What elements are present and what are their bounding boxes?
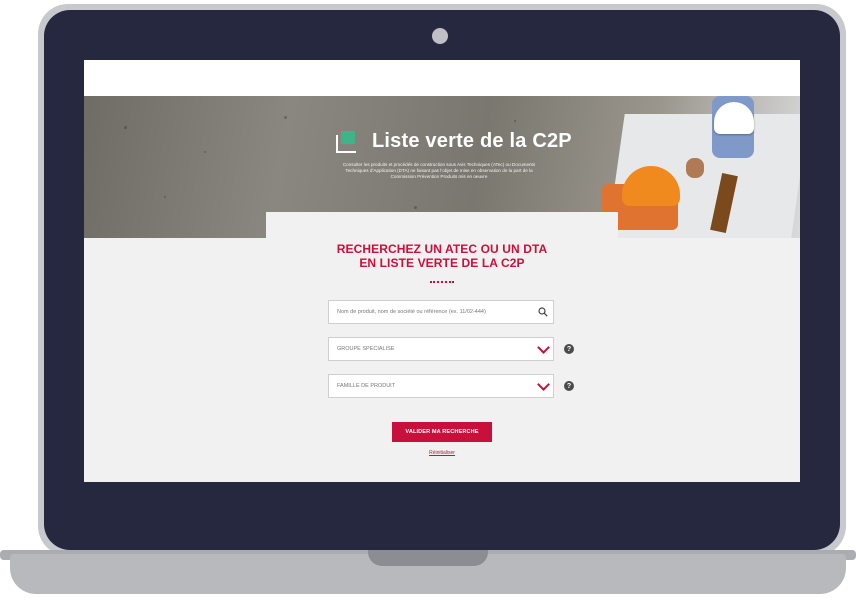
reset-link[interactable]: Réinitialiser [84,450,800,456]
family-select[interactable]: FAMILLE DE PRODUIT [328,374,554,398]
group-select-value: GROUPE SPÉCIALISÉ [337,346,395,352]
concrete-speck [124,126,127,129]
group-select[interactable]: GROUPE SPÉCIALISÉ [328,337,554,361]
concrete-speck [284,116,287,119]
search-icon[interactable] [533,300,553,324]
family-select-value: FAMILLE DE PRODUIT [337,383,396,389]
site-topbar [84,60,800,96]
hero-description: Consulter les produits et procédés de co… [342,162,536,180]
construction-workers-image [596,96,800,238]
search-heading-line2: EN LISTE VERTE DE LA C2P [359,256,525,270]
submit-search-button[interactable]: VALIDER MA RECHERCHE [392,422,492,442]
page-title: Liste verte de la C2P [372,130,572,152]
heading-divider [430,281,454,285]
hero-title-group: Liste verte de la C2P [334,130,572,153]
chevron-down-icon [533,374,553,398]
chevron-down-icon [533,337,553,361]
laptop-screen: Liste verte de la C2P Consulter les prod… [84,60,800,482]
help-icon[interactable]: ? [564,381,574,391]
camera-icon [432,28,448,44]
help-icon[interactable]: ? [564,344,574,354]
search-input-placeholder: Nom de produit, nom de société ou référe… [337,309,486,315]
search-input[interactable]: Nom de produit, nom de société ou référe… [328,300,554,324]
concrete-speck [514,120,516,122]
concrete-speck [414,206,417,209]
laptop-notch [368,550,488,566]
c2p-logo-icon [334,130,358,153]
search-heading-line1: RECHERCHEZ UN ATEC OU UN DTA [336,242,548,256]
concrete-speck [164,196,166,198]
search-card-tab [266,212,618,238]
concrete-speck [204,151,206,153]
